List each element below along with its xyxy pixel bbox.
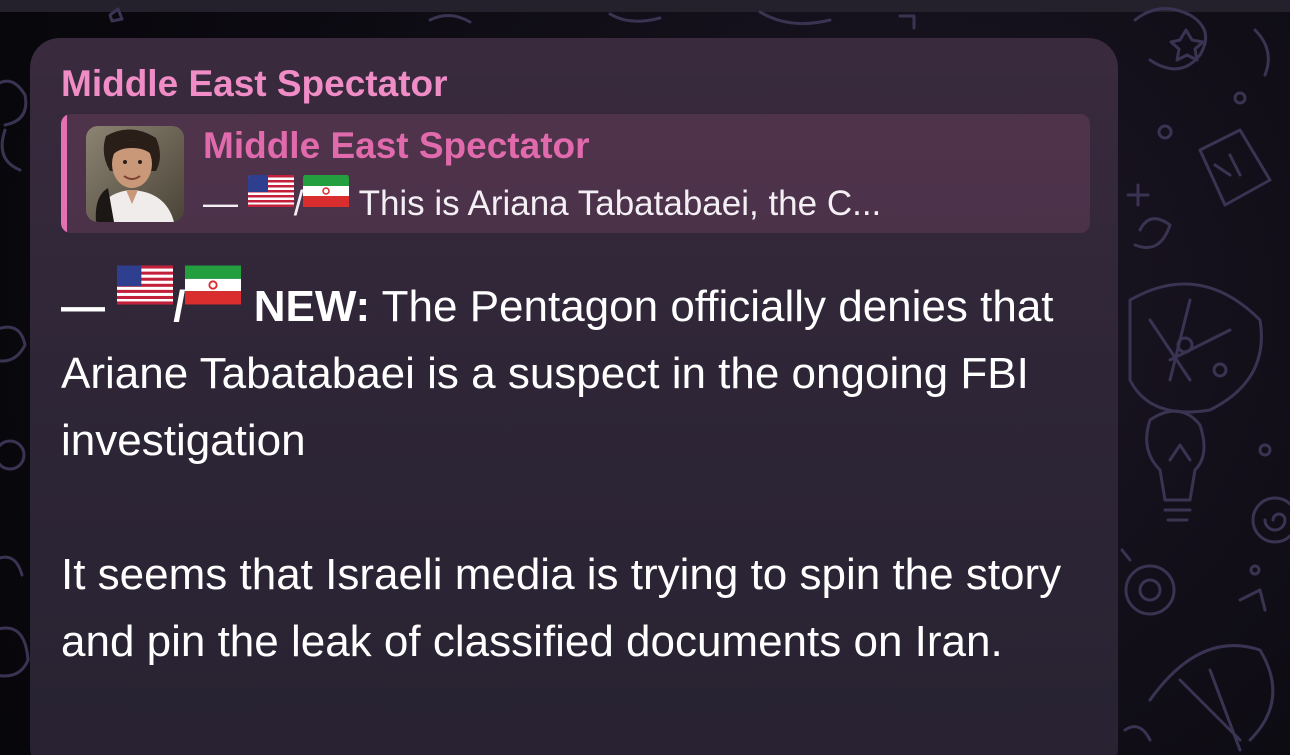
message-text: — / NEW: The Pentagon officially denies … [61,257,1091,675]
reply-author-name: Middle East Spectator [203,125,590,166]
message-paragraph-2: It seems that Israeli media is trying to… [61,550,1062,666]
reply-preview[interactable]: Middle East Spectator — / This is Ariana… [61,114,1090,233]
iran-flag-icon [185,257,242,324]
chat-view: Middle East Spectator Middle East Specta… [0,0,1290,755]
us-flag-icon [117,257,174,324]
message-bubble[interactable]: Middle East Spectator Middle East Specta… [30,38,1118,755]
message-flag-separator: / [173,282,186,331]
us-flag-icon [247,174,294,218]
reply-flag-separator: / [293,184,304,223]
message-tag: NEW: [253,282,371,331]
message-dash: — [61,282,105,331]
reply-text: This is Ariana Tabatabaei, the C... [358,184,882,223]
reply-dash: — [203,184,238,223]
message-paragraph-1: — / NEW: The Pentagon officially denies … [61,257,1091,474]
iran-flag-icon [303,174,350,218]
reply-accent-bar [61,114,67,233]
sender-name[interactable]: Middle East Spectator [61,62,1088,106]
reply-snippet: — / This is Ariana Tabatabaei, the C... [203,174,1073,226]
reply-avatar [86,126,184,222]
